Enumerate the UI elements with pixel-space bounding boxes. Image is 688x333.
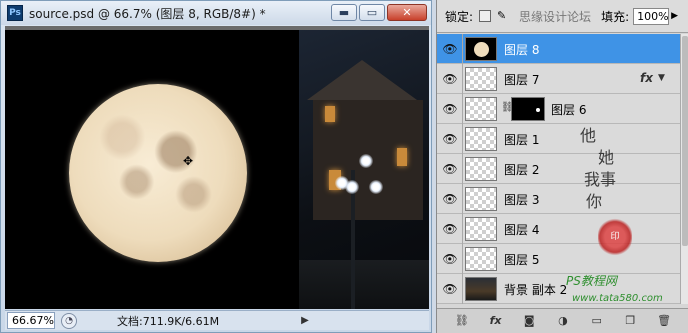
ps-tutorial-watermark: PS教程网 <box>566 274 617 288</box>
layer-row-3[interactable]: 👁 图层 3 <box>437 184 680 214</box>
layer-name: 图层 3 <box>504 193 540 207</box>
layer-list-scrollbar[interactable] <box>680 34 688 304</box>
fill-dropdown-arrow-icon[interactable]: ▶ <box>671 11 678 21</box>
restore-button[interactable]: ▭ <box>359 4 385 21</box>
layer-row-1[interactable]: 👁 图层 1 <box>437 124 680 154</box>
scrollbar-thumb[interactable] <box>682 36 688 246</box>
status-menu-arrow-icon[interactable]: ▶ <box>301 315 309 326</box>
layer-name: 背景 副本 2 <box>504 283 568 297</box>
layer-row-4[interactable]: 👁 图层 4 <box>437 214 680 244</box>
layer-row-8[interactable]: 👁 图层 8 <box>437 34 680 64</box>
night-house-scene <box>299 30 429 309</box>
document-title: source.psd @ 66.7% (图层 8, RGB/8#) * <box>29 6 266 21</box>
calligraphy-char: 他 <box>580 126 597 145</box>
layer-thumbnail <box>465 127 497 151</box>
layer-row-7[interactable]: 👁 图层 7 fx ▼ <box>437 64 680 94</box>
lock-row: 锁定: ✎ 思缘设计论坛 填充: 100% ▶ <box>437 0 688 33</box>
lamp-light <box>335 176 349 190</box>
status-info-icon[interactable]: ◔ <box>61 312 77 329</box>
eye-visibility-icon[interactable]: 👁 <box>440 159 460 179</box>
fx-expand-arrow-icon[interactable]: ▼ <box>658 73 665 83</box>
layer-row-2[interactable]: 👁 图层 2 <box>437 154 680 184</box>
house-window <box>397 148 407 166</box>
lock-row-overlay-text: 思缘设计论坛 <box>519 9 592 24</box>
lock-image-pixels-icon[interactable]: ✎ <box>497 10 509 22</box>
minimize-button[interactable]: ▬ <box>331 4 357 21</box>
layer-thumbnail <box>465 97 497 121</box>
photoshop-app-icon: Ps <box>7 5 23 21</box>
status-bar: 66.67% ◔ 文档:711.9K/6.61M ▶ <box>5 310 429 330</box>
lock-label: 锁定: <box>445 9 474 24</box>
layer-name: 图层 7 <box>504 73 540 87</box>
calligraphy-watermark: 他 她 我 事 你 <box>580 125 616 213</box>
eye-visibility-icon[interactable]: 👁 <box>440 69 460 89</box>
layers-toolbar: ⛓ fx ◙ ◑ ▭ ❐ 🗑 <box>437 308 688 333</box>
house-window <box>325 106 335 122</box>
eye-visibility-icon[interactable]: 👁 <box>440 219 460 239</box>
document-titlebar[interactable]: Ps source.psd @ 66.7% (图层 8, RGB/8#) * ▬… <box>1 1 431 25</box>
lock-transparent-pixels-icon[interactable] <box>479 10 492 22</box>
document-window: Ps source.psd @ 66.7% (图层 8, RGB/8#) * ▬… <box>0 0 432 333</box>
eye-visibility-icon[interactable]: 👁 <box>440 249 460 269</box>
layer-thumbnail <box>465 247 497 271</box>
red-seal-stamp: 印 <box>598 218 632 256</box>
layer-thumbnail <box>465 67 497 91</box>
new-layer-icon[interactable]: ❐ <box>621 313 639 329</box>
calligraphy-char: 你 <box>586 192 603 211</box>
layer-row-5[interactable]: 👁 图层 5 <box>437 244 680 274</box>
layers-panel: 锁定: ✎ 思缘设计论坛 填充: 100% ▶ 👁 图层 8 👁 图层 7 fx… <box>436 0 688 333</box>
calligraphy-char: 事 <box>600 170 617 189</box>
mask-icon[interactable]: ◙ <box>520 313 538 329</box>
house-roof <box>307 60 417 100</box>
layer-name: 图层 2 <box>504 163 540 177</box>
layer-list: 👁 图层 8 👁 图层 7 fx ▼ 👁 ⛓ 图层 6 👁 图层 1 👁 图层 … <box>437 34 680 304</box>
layer-thumbnail <box>465 217 497 241</box>
move-cursor-icon: ✥ <box>183 154 194 168</box>
layer-name: 图层 8 <box>504 43 540 57</box>
trash-icon[interactable]: 🗑 <box>655 313 673 329</box>
lamp-light <box>359 154 373 168</box>
layer-name: 图层 6 <box>551 103 587 117</box>
fx-icon[interactable]: fx <box>487 313 505 329</box>
layer-name: 图层 5 <box>504 253 540 267</box>
eye-visibility-icon[interactable]: 👁 <box>440 99 460 119</box>
fill-input[interactable]: 100% <box>633 7 670 25</box>
fx-badge-icon[interactable]: fx <box>640 71 653 85</box>
canvas[interactable]: ✥ <box>5 26 429 309</box>
zoom-level-field[interactable]: 66.67% <box>7 312 55 329</box>
layer-mask-thumbnail[interactable] <box>511 97 545 121</box>
group-icon[interactable]: ▭ <box>588 313 606 329</box>
layer-name: 图层 4 <box>504 223 540 237</box>
link-layers-icon[interactable]: ⛓ <box>453 313 471 329</box>
eye-visibility-icon[interactable]: 👁 <box>440 129 460 149</box>
layer-thumbnail <box>465 157 497 181</box>
calligraphy-char: 她 <box>598 148 615 167</box>
site-url-watermark: www.tata580.com <box>572 293 663 304</box>
eye-visibility-icon[interactable]: 👁 <box>440 279 460 299</box>
ground <box>299 260 429 309</box>
document-size-info: 文档:711.9K/6.61M <box>117 314 220 328</box>
adjustment-icon[interactable]: ◑ <box>554 313 572 329</box>
layer-thumbnail <box>465 187 497 211</box>
layer-name: 图层 1 <box>504 133 540 147</box>
layer-thumbnail <box>465 277 497 301</box>
layer-row-6[interactable]: 👁 ⛓ 图层 6 <box>437 94 680 124</box>
full-moon-image <box>69 84 247 262</box>
lamp-light <box>369 180 383 194</box>
eye-visibility-icon[interactable]: 👁 <box>440 39 460 59</box>
eye-visibility-icon[interactable]: 👁 <box>440 189 460 209</box>
fill-label: 填充: <box>601 9 630 24</box>
layer-thumbnail <box>465 37 497 61</box>
close-button[interactable]: ✕ <box>387 4 427 21</box>
